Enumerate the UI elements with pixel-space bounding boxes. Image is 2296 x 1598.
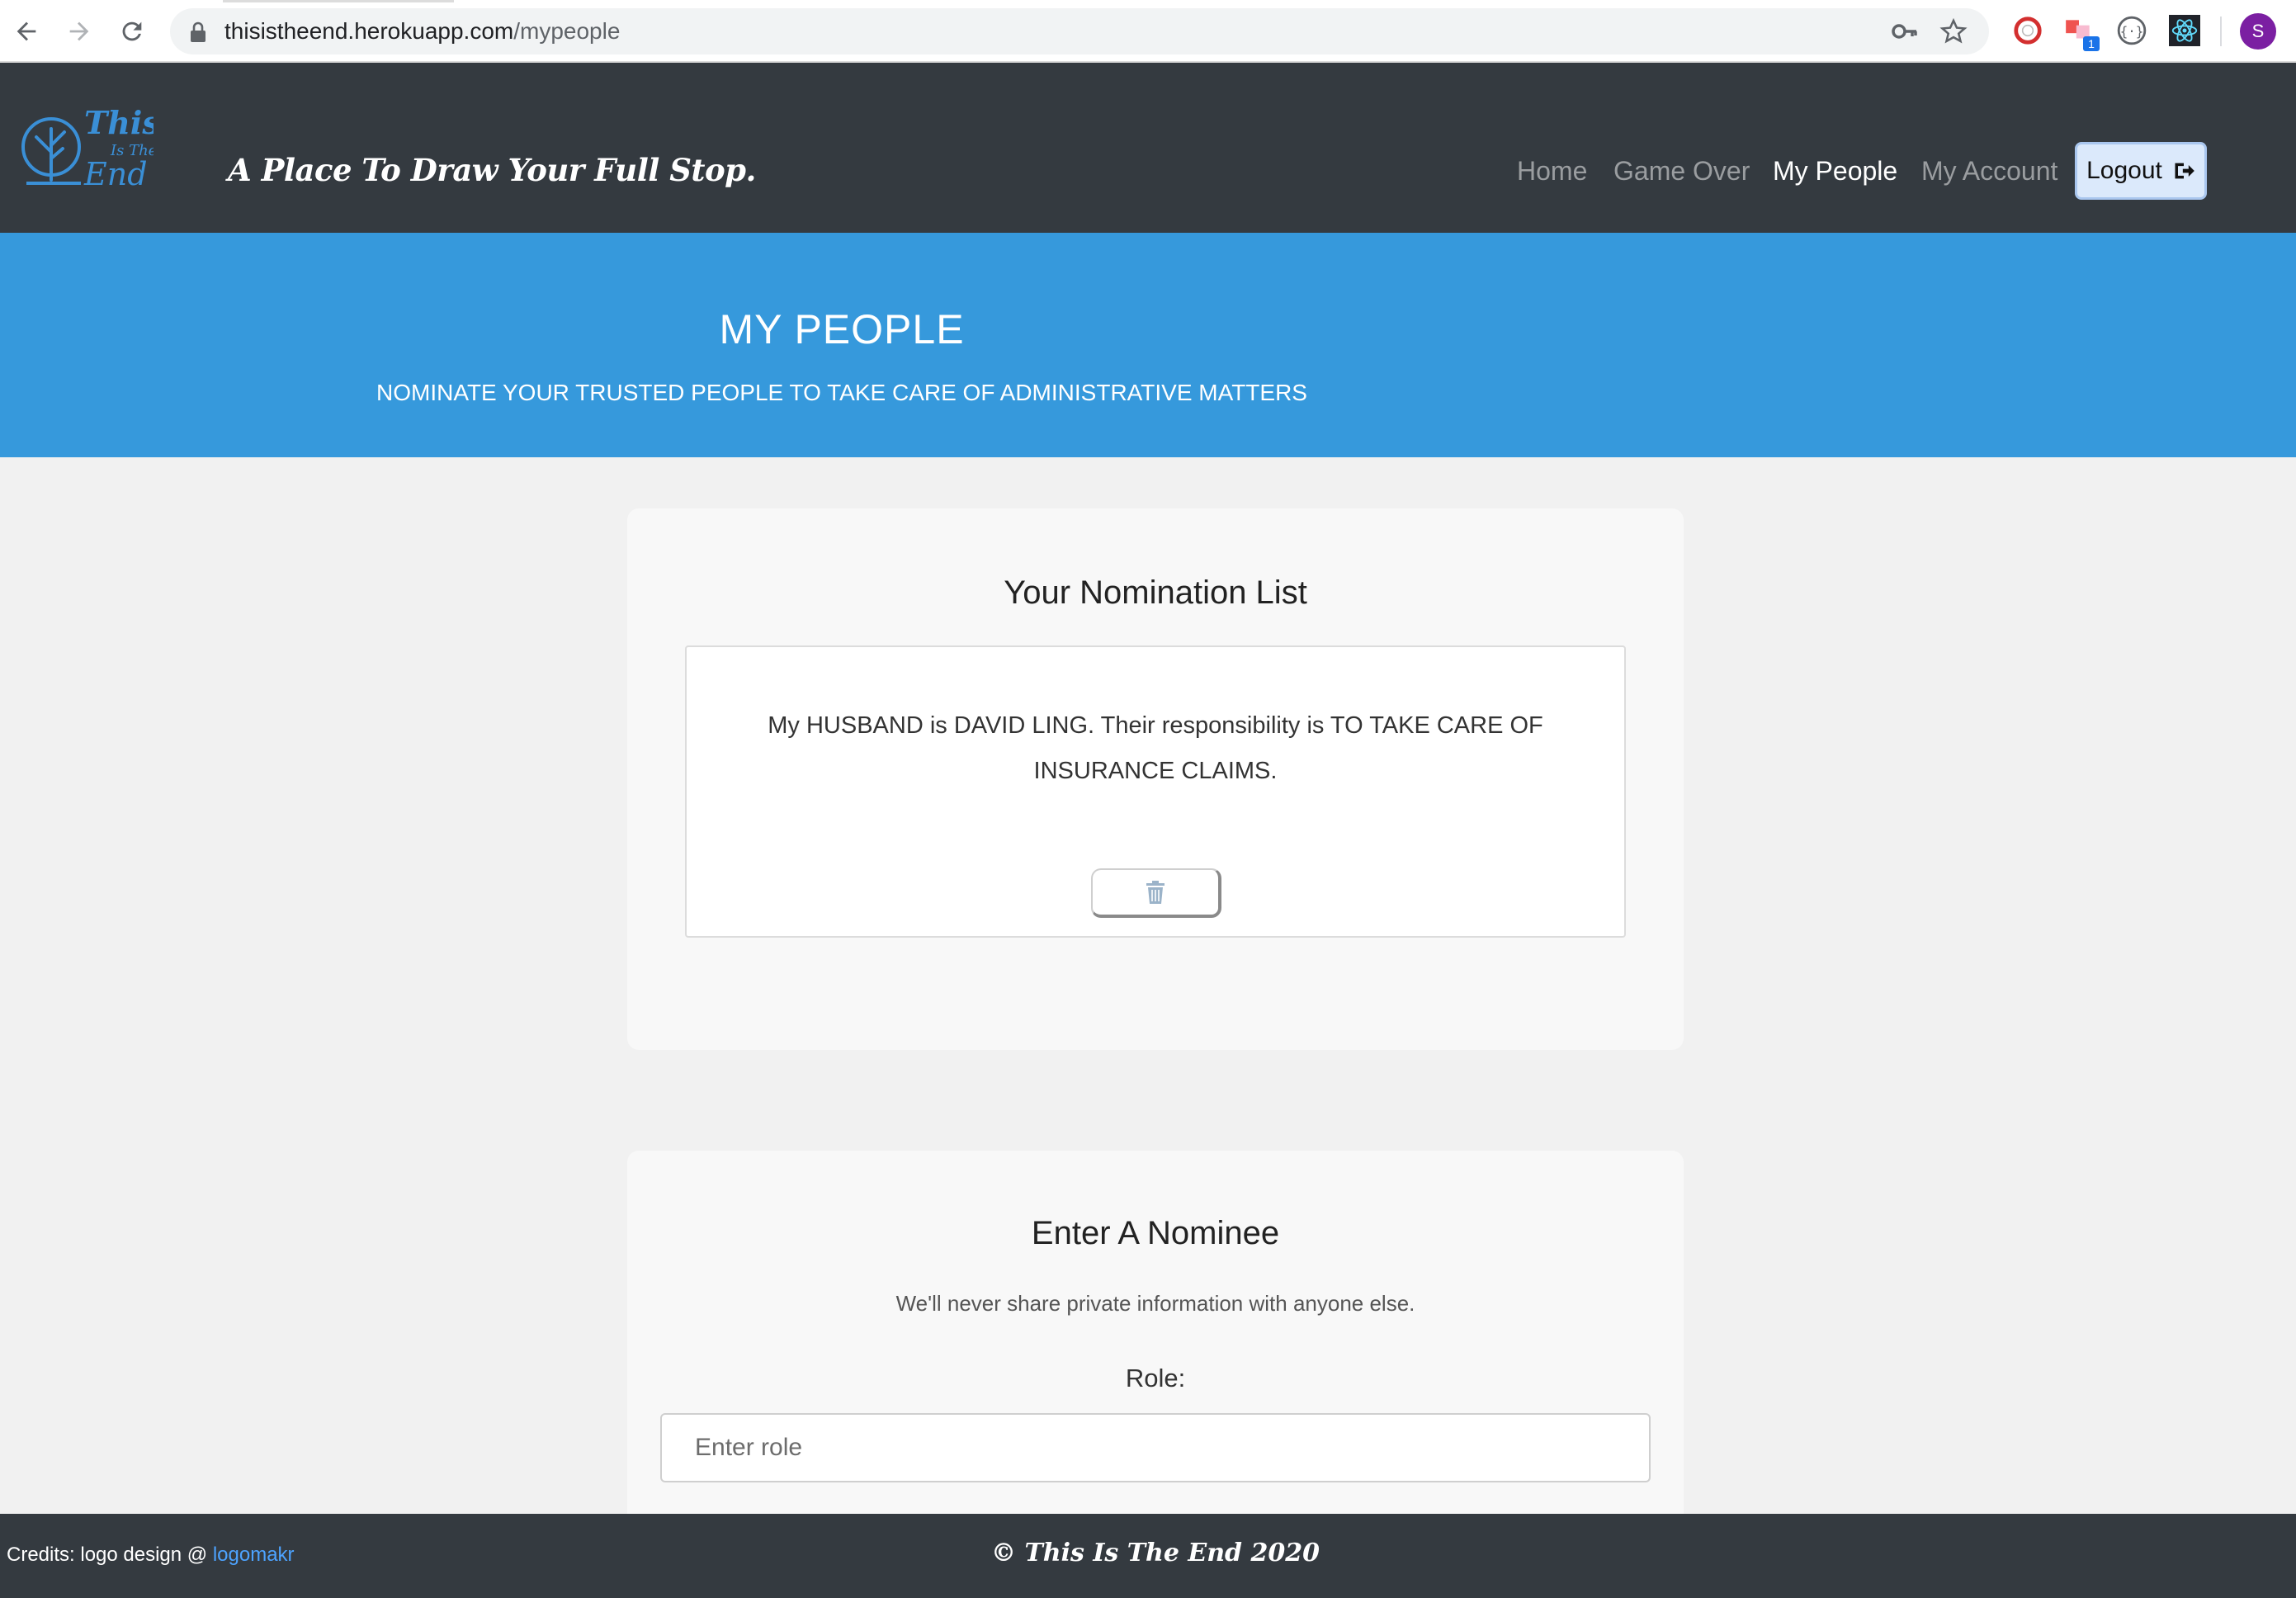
logout-label: Logout [2086,157,2162,184]
nomination-list-title: Your Nomination List [1004,574,1307,611]
page-subtitle: NOMINATE YOUR TRUSTED PEOPLE TO TAKE CAR… [376,380,1307,405]
bookmark-star-icon[interactable] [1939,17,1968,45]
trash-icon [1146,881,1165,904]
forward-arrow-icon [69,21,89,41]
svg-text:{·}: {·} [2120,23,2144,39]
nav-link-my-account[interactable]: My Account [1921,142,2057,200]
tree-logo-icon: This Is The End [21,104,160,192]
active-tab-indicator [223,0,454,2]
reload-button[interactable] [114,13,150,50]
back-button[interactable] [8,13,45,50]
nav-link-my-people[interactable]: My People [1773,142,1897,200]
forward-button[interactable] [61,13,97,50]
site-tagline: A Place To Draw Your Full Stop. [228,152,756,188]
footer-copyright: © This Is The End 2020 [991,1539,1320,1567]
delete-nominee-button[interactable] [1091,868,1221,918]
extension-opera-icon[interactable] [2012,15,2043,46]
sign-out-icon [2175,163,2194,179]
role-input[interactable] [660,1413,1651,1482]
list-item: My HUSBAND is DAVID LING. Their responsi… [685,645,1626,938]
page-title: MY PEOPLE [719,306,965,352]
page-hero-banner: MY PEOPLE NOMINATE YOUR TRUSTED PEOPLE T… [0,233,2296,457]
role-label: Role: [1125,1364,1186,1392]
browser-toolbar: thisistheend.herokuapp.com/mypeople 1 {·… [0,0,2296,63]
reload-icon [122,21,142,41]
lock-icon [191,21,206,42]
site-footer: Credits: logo design @ logomakr © This I… [0,1514,2296,1598]
back-arrow-icon [17,21,36,41]
brand-logo[interactable]: This Is The End [15,104,160,253]
key-icon[interactable] [1892,20,1918,43]
toolbar-divider [2220,17,2222,46]
url-text: thisistheend.herokuapp.com/mypeople [224,18,620,45]
extension-react-icon[interactable] [2169,15,2200,46]
profile-avatar[interactable]: S [2240,13,2276,50]
privacy-hint: We'll never share private information wi… [895,1291,1415,1316]
nav-link-home[interactable]: Home [1517,142,1587,200]
logout-button[interactable]: Logout [2075,142,2207,200]
extension-share-icon[interactable]: 1 [2063,15,2100,51]
nav-link-game-over[interactable]: Game Over [1613,142,1750,200]
extension-brackets-icon[interactable]: {·} [2116,15,2147,46]
extension-badge: 1 [2083,36,2100,51]
logo-text-end: End [83,156,148,192]
logo-text-this: This [84,104,154,141]
app-navbar: This Is The End A Place To Draw Your Ful… [0,63,2296,233]
address-bar[interactable]: thisistheend.herokuapp.com/mypeople [170,8,1989,54]
url-host: thisistheend.herokuapp.com [224,18,514,44]
nominee-description: My HUSBAND is DAVID LING. Their responsi… [768,712,1543,784]
enter-nominee-title: Enter A Nominee [1031,1215,1280,1251]
nomination-list-card: Your Nomination List My HUSBAND is DAVID… [627,508,1684,1050]
url-path: /mypeople [513,18,621,44]
